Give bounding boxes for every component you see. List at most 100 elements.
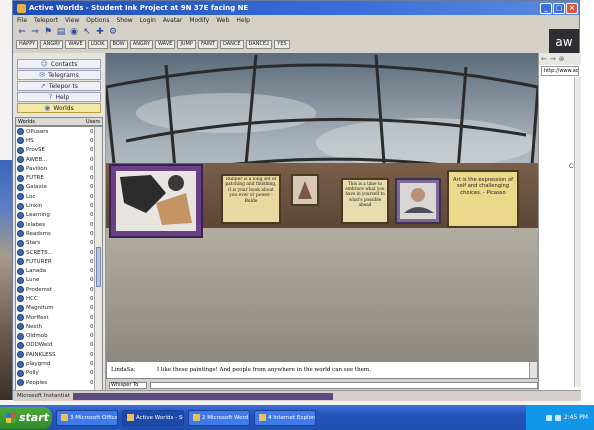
chat-area[interactable]: LindaSa: I like these paintings! And peo… bbox=[106, 361, 538, 379]
painting-1[interactable] bbox=[109, 164, 203, 238]
settings-icon[interactable]: ⚙ bbox=[108, 27, 118, 37]
volume-icon[interactable] bbox=[554, 414, 561, 421]
world-list-item[interactable]: Islabes 0 bbox=[16, 220, 102, 229]
world-list-item[interactable]: ProvSE 0 bbox=[16, 146, 102, 155]
whisper-select[interactable]: Whisper To bbox=[109, 382, 147, 389]
3d-scene[interactable]: Rubber is a long set of patching and fin… bbox=[106, 53, 538, 361]
world-list-item[interactable]: Nesth 0 bbox=[16, 322, 102, 331]
forward-arrow-icon[interactable]: ⇒ bbox=[30, 27, 40, 37]
back-arrow-icon[interactable]: ⇐ bbox=[17, 27, 27, 37]
painting-6[interactable]: Art is the expression of self and challe… bbox=[447, 170, 519, 228]
maximize-button[interactable]: □ bbox=[553, 2, 565, 14]
nav-telegrams[interactable]: ✉ Telegrams bbox=[17, 70, 101, 80]
start-button[interactable]: start bbox=[0, 406, 52, 429]
menu-login[interactable]: Login bbox=[140, 17, 156, 24]
world-list-item[interactable]: HCC 0 bbox=[16, 294, 102, 303]
nav-contacts[interactable]: ☺ Contacts bbox=[17, 59, 101, 69]
world-list-item[interactable]: FUTRE 0 bbox=[16, 173, 102, 182]
world-list-item[interactable]: playgrnd 0 bbox=[16, 359, 102, 368]
close-button[interactable]: × bbox=[566, 2, 578, 14]
world-list-item[interactable]: Pavilion 0 bbox=[16, 164, 102, 173]
browser-back-icon[interactable]: ← bbox=[541, 55, 547, 63]
world-list-item[interactable]: Galaxie 0 bbox=[16, 183, 102, 192]
world-name: SCRETS... bbox=[26, 249, 53, 256]
nav-worlds[interactable]: ◉ Worlds bbox=[17, 103, 101, 113]
worlds-column-name[interactable]: Worlds bbox=[18, 119, 86, 125]
gesture-button-wave[interactable]: WAVE bbox=[65, 39, 86, 49]
gesture-button-look[interactable]: LOOK bbox=[87, 39, 108, 49]
teleport-icon[interactable]: ⚑ bbox=[43, 27, 53, 37]
world-list-item[interactable]: ODDWeld 0 bbox=[16, 341, 102, 350]
menu-web[interactable]: Web bbox=[216, 17, 229, 24]
gesture-button-angry[interactable]: ANGRY bbox=[40, 39, 64, 49]
gesture-button-wave[interactable]: WAVE bbox=[155, 39, 176, 49]
painting-3[interactable] bbox=[291, 174, 319, 206]
paste-icon[interactable]: ▤ bbox=[56, 27, 66, 37]
3d-viewport[interactable]: Rubber is a long set of patching and fin… bbox=[106, 53, 538, 361]
menu-show[interactable]: Show bbox=[116, 17, 132, 24]
world-list-item[interactable]: Magnitum 0 bbox=[16, 304, 102, 313]
minimize-button[interactable]: _ bbox=[540, 2, 552, 14]
gesture-button-faint[interactable]: FAINT bbox=[197, 39, 218, 49]
painting-2[interactable]: Rubber is a long set of patching and fin… bbox=[221, 174, 281, 224]
world-list[interactable]: OPusers 0 HS 0 ProvSE 0 AWEB... 0 Pavilion 0 FUTRE… bbox=[15, 126, 103, 394]
world-list-item[interactable]: PAINKLESS 0 bbox=[16, 350, 102, 359]
world-list-item[interactable]: Stars 0 bbox=[16, 239, 102, 248]
world-list-item[interactable]: Prodemst 0 bbox=[16, 285, 102, 294]
browser-address-field[interactable]: http://www.activeworlds.com bbox=[541, 66, 579, 76]
world-list-item[interactable]: Polly 0 bbox=[16, 369, 102, 378]
world-list-item[interactable]: FUTURER 0 bbox=[16, 257, 102, 266]
menu-options[interactable]: Options bbox=[86, 17, 109, 24]
painting-5[interactable] bbox=[395, 178, 441, 224]
menu-modify[interactable]: Modify bbox=[189, 17, 209, 24]
network-icon[interactable] bbox=[545, 414, 552, 421]
menu-view[interactable]: View bbox=[65, 17, 79, 24]
menu-teleport[interactable]: Teleport bbox=[34, 17, 58, 24]
taskbar-button[interactable]: 4 Internet Explore bbox=[254, 409, 316, 426]
worlds-column-users[interactable]: Users bbox=[86, 119, 100, 125]
world-list-item[interactable]: Lune 0 bbox=[16, 276, 102, 285]
world-list-item[interactable]: Linkin 0 bbox=[16, 201, 102, 210]
world-list-item[interactable]: Morffest 0 bbox=[16, 313, 102, 322]
world-list-item[interactable]: Oldmob 0 bbox=[16, 332, 102, 341]
world-list-item[interactable]: HS 0 bbox=[16, 136, 102, 145]
gesture-button-angry[interactable]: ANGRY bbox=[129, 39, 154, 49]
world-list-scrollbar[interactable] bbox=[94, 127, 102, 393]
gesture-button-bow[interactable]: BOW bbox=[109, 39, 128, 49]
jump-icon[interactable]: ✚ bbox=[95, 27, 105, 37]
world-list-item[interactable]: Peoples 0 bbox=[16, 378, 102, 387]
world-list-item[interactable]: Readsms 0 bbox=[16, 229, 102, 238]
gesture-button-happy[interactable]: HAPPY bbox=[16, 39, 39, 49]
menu-help[interactable]: Help bbox=[236, 17, 250, 24]
browser-scrollbar[interactable] bbox=[574, 77, 581, 387]
world-list-item[interactable]: SCRETS... 0 bbox=[16, 248, 102, 257]
nav-help[interactable]: ? Help bbox=[17, 92, 101, 102]
menu-avatar[interactable]: Avatar bbox=[163, 17, 182, 24]
world-list-item[interactable]: AWEB... 0 bbox=[16, 155, 102, 164]
world-list-item[interactable]: Lanada 0 bbox=[16, 266, 102, 275]
browser-stop-icon[interactable]: ⊗ bbox=[559, 55, 565, 63]
taskbar-button[interactable]: Active Worlds - Stude... bbox=[122, 409, 184, 426]
arrow-icon[interactable]: ↖ bbox=[82, 27, 92, 37]
taskbar-button[interactable]: 2 Microsoft Word ... bbox=[188, 409, 250, 426]
title-bar[interactable]: Active Worlds - Student Ink Project at 9… bbox=[13, 1, 579, 15]
world-list-item[interactable]: Learning 0 bbox=[16, 211, 102, 220]
taskbar-button[interactable]: 3 Microsoft Office O... bbox=[56, 409, 118, 426]
gesture-button-dance2[interactable]: DANCE2 bbox=[245, 39, 273, 49]
chat-input[interactable] bbox=[150, 382, 538, 389]
camera-icon[interactable]: ◉ bbox=[69, 27, 79, 37]
chat-scrollbar[interactable] bbox=[529, 362, 537, 378]
worlds-list-header[interactable]: Worlds Users bbox=[15, 117, 103, 126]
gesture-button-dance[interactable]: DANCE bbox=[219, 39, 244, 49]
nav-teleports[interactable]: ➚ Telepor ts bbox=[17, 81, 101, 91]
gesture-button-jump[interactable]: JUMP bbox=[177, 39, 196, 49]
painting-4[interactable]: This is a time to embrace what you have … bbox=[341, 178, 389, 224]
globe-icon bbox=[17, 221, 24, 229]
scroll-thumb[interactable] bbox=[96, 247, 101, 287]
nav-label: Telepor ts bbox=[48, 82, 78, 90]
browser-forward-icon[interactable]: → bbox=[550, 55, 556, 63]
menu-file[interactable]: File bbox=[17, 17, 27, 24]
world-list-item[interactable]: Loc 0 bbox=[16, 192, 102, 201]
world-list-item[interactable]: OPusers 0 bbox=[16, 127, 102, 136]
gesture-button-yes[interactable]: YES bbox=[274, 39, 290, 49]
